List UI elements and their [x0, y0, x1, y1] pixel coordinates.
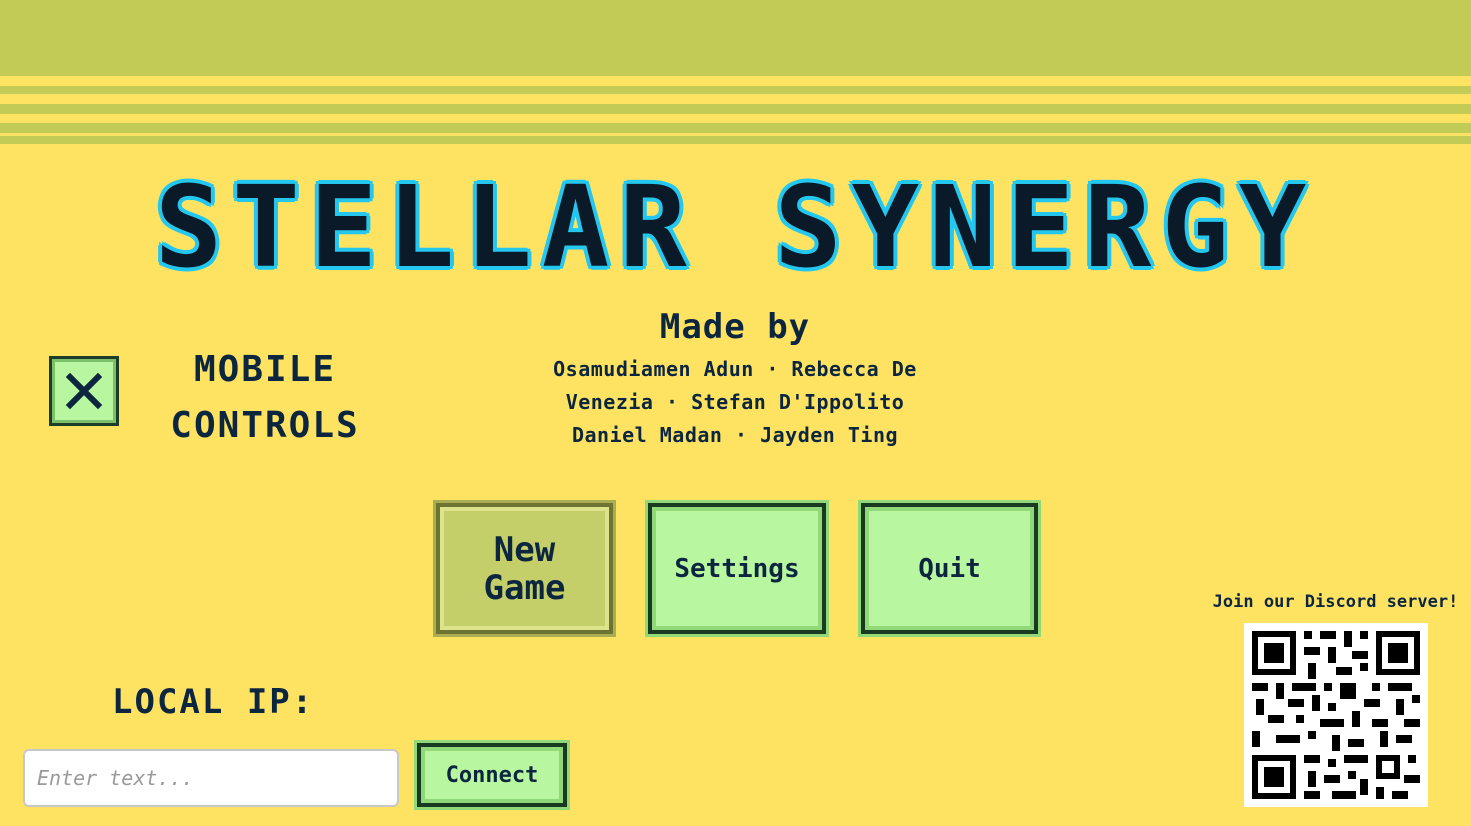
- banner-stripe: [0, 86, 1471, 94]
- new-game-button[interactable]: New Game: [436, 503, 613, 634]
- credits-names: Osamudiamen Adun · Rebecca De Venezia · …: [520, 353, 950, 452]
- ip-input[interactable]: [23, 749, 399, 807]
- banner-stripe: [0, 123, 1471, 133]
- qr-code-icon[interactable]: [1244, 623, 1428, 807]
- top-banner: [0, 0, 1471, 76]
- quit-button[interactable]: Quit: [861, 503, 1038, 634]
- game-title: STELLAR SYNERGY: [154, 163, 1317, 293]
- credits-line: Daniel Madan · Jayden Ting: [571, 423, 899, 447]
- banner-stripe: [0, 104, 1471, 114]
- connect-button[interactable]: Connect: [417, 743, 567, 807]
- banner-stripe: [0, 136, 1471, 144]
- credits: Made by Osamudiamen Adun · Rebecca De Ve…: [520, 307, 950, 452]
- mobile-controls-checkbox[interactable]: [49, 356, 119, 426]
- discord-label: Join our Discord server!: [1212, 592, 1459, 612]
- check-x-icon: [65, 372, 103, 410]
- credits-line: Osamudiamen Adun · Rebecca De: [553, 357, 917, 381]
- credits-line: Venezia · Stefan D'Ippolito: [565, 390, 905, 414]
- local-ip-label: LOCAL IP:: [112, 682, 315, 722]
- mobile-controls-label: MOBILE CONTROLS: [170, 349, 360, 446]
- settings-button[interactable]: Settings: [648, 503, 826, 634]
- credits-heading: Made by: [659, 307, 811, 347]
